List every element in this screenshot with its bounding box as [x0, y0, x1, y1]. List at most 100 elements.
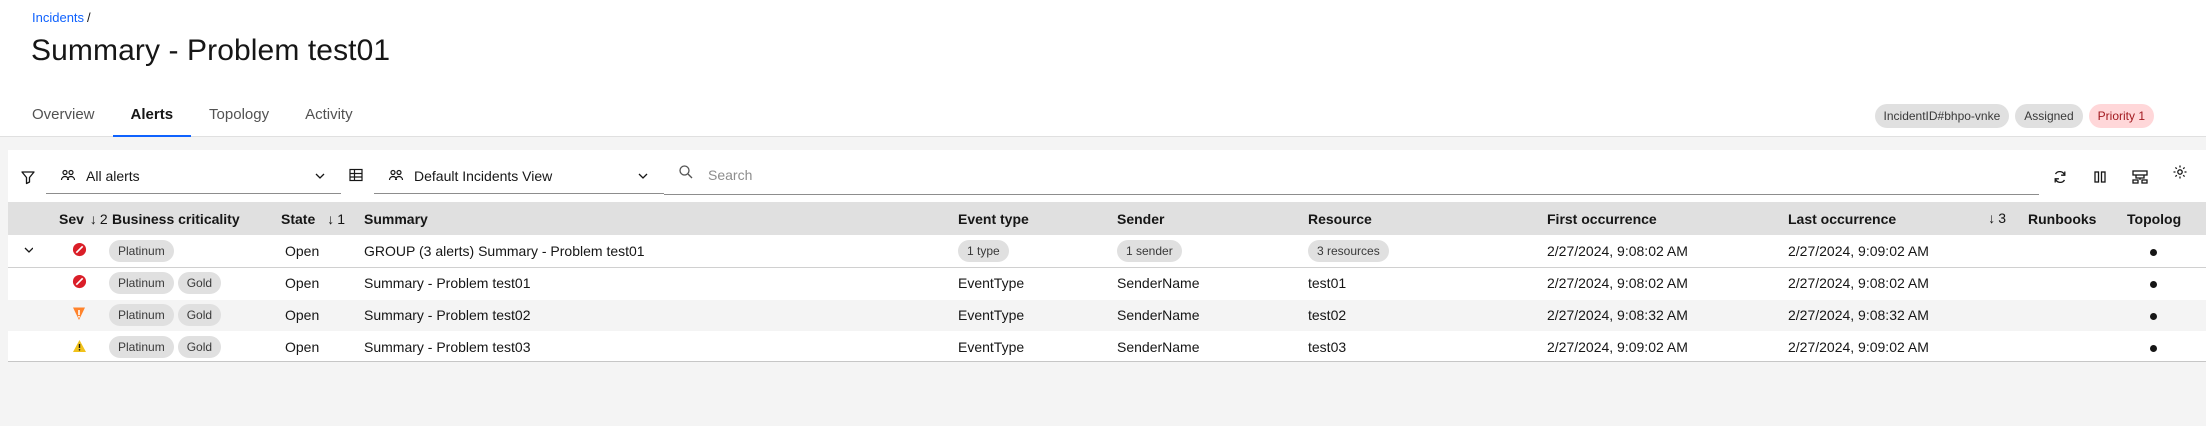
- topology-cell[interactable]: [2122, 267, 2206, 300]
- column-header-last-occurrence[interactable]: Last occurrence ↓ 3: [1784, 202, 2024, 235]
- column-header-summary[interactable]: Summary: [360, 202, 953, 235]
- table-header-row: Sev ↓ 2 Business criticality State ↓ 1 Summa…: [8, 202, 2206, 235]
- incident-id-tag: IncidentID#bhpo-vnke: [1874, 104, 2010, 128]
- page-title: Summary - Problem test01: [31, 34, 391, 67]
- summary-cell[interactable]: Summary - Problem test03: [360, 331, 953, 361]
- resource-cell: test03: [1304, 331, 1543, 361]
- runbooks-cell: [2024, 267, 2122, 300]
- search-input[interactable]: [708, 166, 2008, 183]
- event-type-cell: EventType: [953, 299, 1113, 332]
- first-occurrence-cell: 2/27/2024, 9:08:02 AM: [1543, 267, 1784, 300]
- tab-bar: Overview Alerts Topology Activity: [14, 96, 371, 137]
- severity-cell: [33, 235, 106, 268]
- tab-alerts[interactable]: Alerts: [112, 96, 192, 137]
- event-type-cell: EventType: [953, 267, 1113, 300]
- event-type-cell: EventType: [953, 331, 1113, 361]
- last-occurrence-cell: 2/27/2024, 9:08:32 AM: [1784, 299, 2024, 332]
- sort-desc-icon: ↓: [1988, 210, 1996, 226]
- table-row[interactable]: Platinum Gold Open Summary - Problem test…: [8, 267, 2206, 300]
- chevron-down-icon: [636, 169, 650, 186]
- column-header-sev[interactable]: Sev ↓ 2: [33, 202, 108, 235]
- first-occurrence-cell: 2/27/2024, 9:09:02 AM: [1543, 331, 1784, 361]
- state-cell: Open: [275, 299, 360, 332]
- state-cell: Open: [275, 235, 360, 268]
- search-box: [664, 155, 2039, 195]
- settings-icon[interactable]: [2170, 162, 2190, 182]
- column-header-resource[interactable]: Resource: [1304, 202, 1543, 235]
- group-row[interactable]: Platinum Open GROUP (3 alerts) Summary -…: [8, 235, 2206, 268]
- priority-tag: Priority 1: [2088, 104, 2154, 128]
- search-icon: [678, 164, 694, 185]
- expand-placeholder: [8, 299, 33, 332]
- filter-icon[interactable]: [18, 167, 38, 187]
- sort-desc-icon: ↓: [327, 210, 335, 227]
- first-occurrence-cell: 2/27/2024, 9:08:02 AM: [1543, 235, 1784, 268]
- tab-topology[interactable]: Topology: [191, 96, 287, 137]
- expand-toggle[interactable]: [8, 235, 33, 268]
- state-cell: Open: [275, 331, 360, 361]
- table-toolbar: All alerts Default Incidents View: [8, 150, 2206, 202]
- criticality-tag: Gold: [177, 272, 222, 294]
- event-type-cell: 1 type: [953, 235, 1113, 268]
- resource-cell: test02: [1304, 299, 1543, 332]
- columns-icon[interactable]: [2090, 167, 2110, 187]
- topology-cell[interactable]: [2122, 299, 2206, 332]
- summary-cell[interactable]: Summary - Problem test02: [360, 299, 953, 332]
- runbooks-cell: [2024, 331, 2122, 361]
- sender-cell: 1 sender: [1113, 235, 1304, 268]
- table-row[interactable]: Platinum Gold Open Summary - Problem test…: [8, 299, 2206, 332]
- severity-cell: [33, 299, 106, 332]
- breadcrumb-incidents-link[interactable]: Incidents: [32, 10, 84, 25]
- criticality-cell: Platinum Gold: [106, 267, 275, 300]
- topology-dot-icon[interactable]: [2150, 345, 2157, 352]
- column-header-event-type[interactable]: Event type: [953, 202, 1113, 235]
- criticality-cell: Platinum Gold: [106, 299, 275, 332]
- summary-cell[interactable]: GROUP (3 alerts) Summary - Problem test0…: [360, 235, 953, 268]
- column-header-topology[interactable]: Topolog: [2122, 202, 2206, 235]
- topology-dot-icon[interactable]: [2150, 281, 2157, 288]
- column-header-runbooks[interactable]: Runbooks: [2024, 202, 2122, 235]
- table-icon[interactable]: [346, 165, 366, 185]
- incident-tags: IncidentID#bhpo-vnke Assigned Priority 1: [1874, 104, 2154, 128]
- chevron-down-icon[interactable]: [23, 243, 33, 259]
- expand-placeholder: [8, 331, 33, 361]
- column-header-state[interactable]: State ↓ 1: [275, 202, 360, 235]
- topology-cell[interactable]: [2122, 331, 2206, 361]
- last-occurrence-cell: 2/27/2024, 9:09:02 AM: [1784, 235, 2024, 268]
- criticality-tag: Platinum: [109, 239, 174, 262]
- alerts-table: Sev ↓ 2 Business criticality State ↓ 1 Summa…: [8, 202, 2206, 361]
- group-by-icon[interactable]: [2130, 167, 2150, 187]
- critical-severity-icon: [72, 242, 87, 257]
- chevron-down-icon: [313, 169, 327, 186]
- column-header-first-occurrence[interactable]: First occurrence: [1543, 202, 1784, 235]
- column-header-business-criticality[interactable]: Business criticality: [106, 202, 275, 235]
- sender-cell: SenderName: [1113, 267, 1304, 300]
- refresh-icon[interactable]: [2050, 167, 2070, 187]
- topology-dot-icon[interactable]: [2150, 248, 2157, 256]
- tab-overview[interactable]: Overview: [14, 96, 113, 137]
- criticality-tag: Platinum: [109, 272, 174, 294]
- column-header-sender[interactable]: Sender: [1113, 202, 1304, 235]
- sender-cell: SenderName: [1113, 299, 1304, 332]
- criticality-cell: Platinum Gold: [106, 331, 275, 361]
- sort-order-label: 1: [337, 210, 346, 227]
- breadcrumb-separator: /: [87, 10, 91, 25]
- alert-filter-dropdown[interactable]: All alerts: [46, 158, 341, 194]
- assigned-tag: Assigned: [2015, 104, 2083, 128]
- topology-dot-icon[interactable]: [2150, 313, 2157, 320]
- summary-cell[interactable]: Summary - Problem test01: [360, 267, 953, 300]
- resource-count-tag: 3 resources: [1308, 239, 1389, 262]
- sort-desc-icon: ↓: [89, 210, 97, 227]
- expand-placeholder: [8, 267, 33, 300]
- alert-filter-label: All alerts: [86, 167, 140, 184]
- users-icon: [388, 168, 404, 184]
- table-row[interactable]: Platinum Gold Open Summary - Problem test…: [8, 331, 2206, 361]
- view-selector-dropdown[interactable]: Default Incidents View: [374, 158, 664, 194]
- page-header: Incidents / Summary - Problem test01 Over…: [0, 0, 2206, 137]
- major-severity-icon: [72, 306, 86, 321]
- topology-cell[interactable]: [2122, 235, 2206, 268]
- last-occurrence-cell: 2/27/2024, 9:09:02 AM: [1784, 331, 2024, 361]
- tab-activity[interactable]: Activity: [287, 96, 371, 137]
- minor-severity-icon: [72, 339, 87, 353]
- sender-count-tag: 1 sender: [1117, 239, 1182, 262]
